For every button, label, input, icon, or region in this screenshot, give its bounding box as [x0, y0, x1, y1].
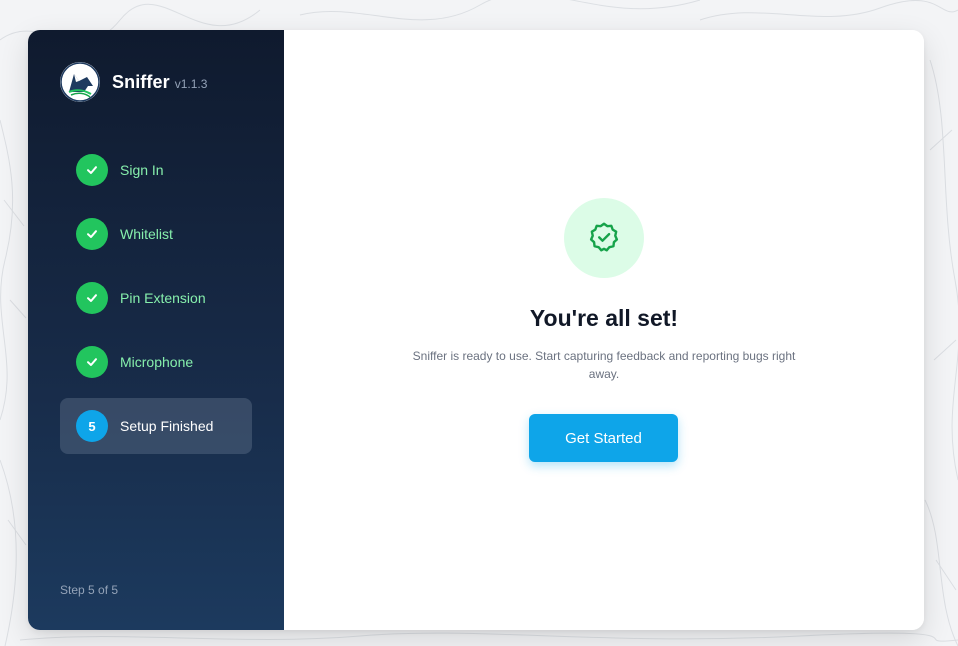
check-icon [76, 218, 108, 250]
check-icon [76, 346, 108, 378]
step-setup-finished[interactable]: 5 Setup Finished [60, 398, 252, 454]
step-sign-in[interactable]: Sign In [60, 142, 252, 198]
step-label: Whitelist [120, 226, 173, 242]
step-label: Pin Extension [120, 290, 206, 306]
page-title: You're all set! [529, 305, 679, 331]
sidebar: Sniffer v1.1.3 Sign In Whitelist Pin Ext… [28, 30, 284, 630]
app-name: Sniffer [112, 71, 170, 92]
page-subtitle: Sniffer is ready to use. Start capturing… [412, 349, 796, 381]
setup-steps: Sign In Whitelist Pin Extension Micropho… [60, 142, 252, 462]
main-panel: You're all set! Sniffer is ready to use.… [284, 30, 924, 630]
app-version: v1.1.3 [174, 77, 208, 91]
get-started-button[interactable]: Get Started [529, 414, 678, 462]
step-label: Microphone [120, 354, 194, 370]
step-number: 5 [76, 410, 108, 442]
check-icon [76, 154, 108, 186]
check-icon [76, 282, 108, 314]
step-pin-extension[interactable]: Pin Extension [60, 270, 252, 326]
badge-check-icon [564, 198, 644, 278]
step-whitelist[interactable]: Whitelist [60, 206, 252, 262]
step-label: Sign In [120, 162, 164, 178]
step-microphone[interactable]: Microphone [60, 334, 252, 390]
setup-window: Sniffer v1.1.3 Sign In Whitelist Pin Ext… [28, 30, 924, 630]
wolf-logo-icon [60, 62, 100, 102]
step-label: Setup Finished [120, 418, 214, 434]
step-progress: Step 5 of 5 [60, 583, 119, 597]
brand: Sniffer v1.1.3 [60, 62, 207, 102]
